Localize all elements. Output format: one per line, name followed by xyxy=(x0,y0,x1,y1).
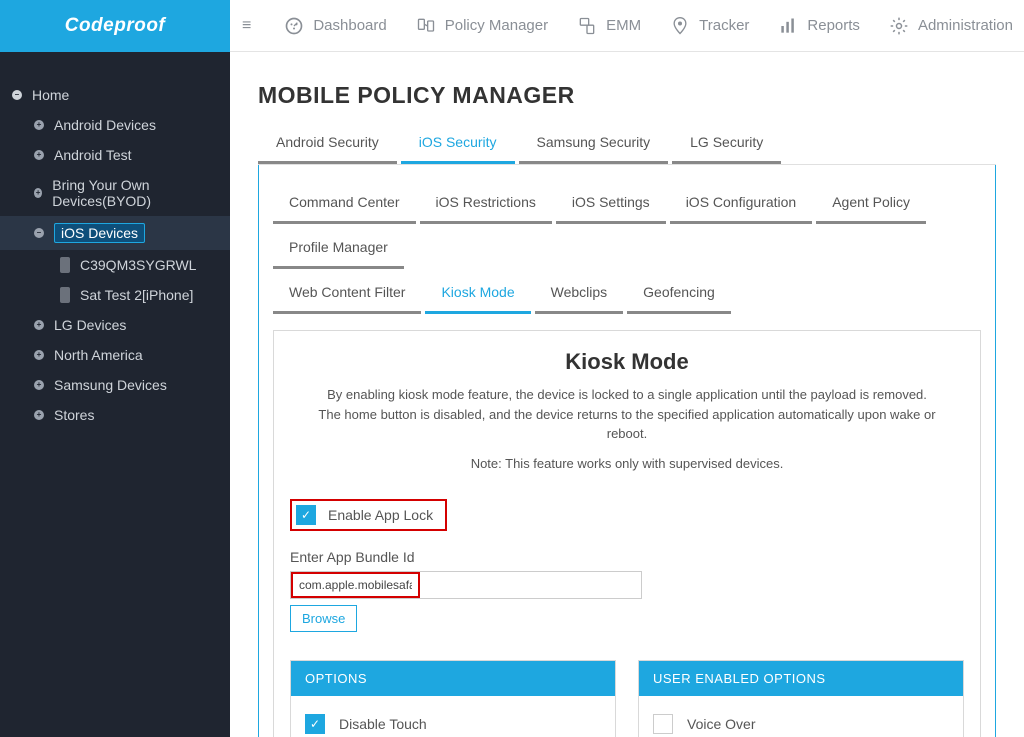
subtab-profile-manager[interactable]: Profile Manager xyxy=(273,228,404,269)
subtab-agent-policy[interactable]: Agent Policy xyxy=(816,183,926,224)
options-row: OPTIONS ✓ Disable Touch ✓ Disable Device… xyxy=(290,660,964,737)
enable-app-lock-row: ✓ Enable App Lock xyxy=(290,499,447,531)
user-options-header: USER ENABLED OPTIONS xyxy=(639,661,963,696)
expand-icon[interactable]: + xyxy=(34,410,44,420)
collapse-icon[interactable]: – xyxy=(34,228,44,238)
gear-icon xyxy=(888,15,910,37)
sidebar-tree: – Home + Android Devices + Android Test … xyxy=(0,52,230,430)
tab-lg-security[interactable]: LG Security xyxy=(672,123,781,164)
sidebar-item-label: C39QM3SYGRWL xyxy=(80,257,196,273)
collapse-icon[interactable]: – xyxy=(12,90,22,100)
platform-tabs: Android Security iOS Security Samsung Se… xyxy=(258,123,996,165)
bundle-id-field-wrap xyxy=(290,571,642,599)
bundle-id-input[interactable] xyxy=(293,574,418,596)
sidebar-item-label: iOS Devices xyxy=(54,223,145,243)
sidebar-item-label: Android Devices xyxy=(54,117,156,133)
sidebar-item-lg-devices[interactable]: + LG Devices xyxy=(0,310,230,340)
phone-icon xyxy=(60,257,70,273)
topnav-reports[interactable]: Reports xyxy=(777,15,860,37)
expand-icon[interactable]: + xyxy=(34,188,42,198)
ios-security-panel: Command Center iOS Restrictions iOS Sett… xyxy=(258,165,996,737)
sidebar-item-label: Stores xyxy=(54,407,94,423)
kiosk-note: Note: This feature works only with super… xyxy=(290,456,964,471)
subtab-ios-configuration[interactable]: iOS Configuration xyxy=(670,183,813,224)
subtab-command-center[interactable]: Command Center xyxy=(273,183,416,224)
sidebar-item-samsung-devices[interactable]: + Samsung Devices xyxy=(0,370,230,400)
sidebar-item-label: Samsung Devices xyxy=(54,377,167,393)
bundle-id-highlight xyxy=(291,572,420,598)
tab-samsung-security[interactable]: Samsung Security xyxy=(519,123,669,164)
expand-icon[interactable]: + xyxy=(34,150,44,160)
expand-icon[interactable]: + xyxy=(34,320,44,330)
reports-icon xyxy=(777,15,799,37)
topnav-label: Dashboard xyxy=(313,17,386,34)
brand-logo: Codeproof xyxy=(0,0,230,52)
expand-icon[interactable]: + xyxy=(34,120,44,130)
user-option-voice-over: Voice Over xyxy=(653,714,949,734)
sidebar-item-label: LG Devices xyxy=(54,317,126,333)
topnav: ≡ Dashboard Policy Manager EMM xyxy=(230,0,1024,52)
sidebar-item-byod[interactable]: + Bring Your Own Devices(BYOD) xyxy=(0,170,230,216)
topnav-tracker[interactable]: Tracker xyxy=(669,15,749,37)
sidebar-item-label: North America xyxy=(54,347,143,363)
topnav-label: Tracker xyxy=(699,17,749,34)
menu-icon[interactable]: ≡ xyxy=(238,17,255,35)
sidebar-item-stores[interactable]: + Stores xyxy=(0,400,230,430)
sidebar-item-android-test[interactable]: + Android Test xyxy=(0,140,230,170)
topnav-label: Administration xyxy=(918,17,1013,34)
topnav-label: Policy Manager xyxy=(445,17,548,34)
enable-app-lock-label: Enable App Lock xyxy=(328,507,433,523)
sidebar-item-label: Android Test xyxy=(54,147,132,163)
options-column: OPTIONS ✓ Disable Touch ✓ Disable Device… xyxy=(290,660,616,737)
sidebar: Codeproof – Home + Android Devices + And… xyxy=(0,0,230,737)
tracker-icon xyxy=(669,15,691,37)
topnav-label: Reports xyxy=(807,17,860,34)
phone-icon xyxy=(60,287,70,303)
policy-icon xyxy=(415,15,437,37)
topnav-administration[interactable]: Administration xyxy=(888,15,1013,37)
topnav-emm[interactable]: EMM xyxy=(576,15,641,37)
browse-button[interactable]: Browse xyxy=(290,605,357,632)
option-checkbox[interactable] xyxy=(653,714,673,734)
content: MOBILE POLICY MANAGER Android Security i… xyxy=(230,52,1024,737)
sub-tabs: Command Center iOS Restrictions iOS Sett… xyxy=(273,183,981,318)
sidebar-device-item[interactable]: Sat Test 2[iPhone] xyxy=(0,280,230,310)
option-label: Disable Touch xyxy=(339,716,427,732)
subtab-webclips[interactable]: Webclips xyxy=(535,273,624,314)
subtab-geofencing[interactable]: Geofencing xyxy=(627,273,731,314)
sidebar-item-label: Sat Test 2[iPhone] xyxy=(80,287,193,303)
subtab-web-content-filter[interactable]: Web Content Filter xyxy=(273,273,421,314)
topnav-dashboard[interactable]: Dashboard xyxy=(283,15,386,37)
emm-icon xyxy=(576,15,598,37)
page-title: MOBILE POLICY MANAGER xyxy=(258,82,996,109)
kiosk-mode-block: Kiosk Mode By enabling kiosk mode featur… xyxy=(273,330,981,737)
option-label: Voice Over xyxy=(687,716,755,732)
sidebar-item-home[interactable]: – Home xyxy=(0,80,230,110)
topnav-policy-manager[interactable]: Policy Manager xyxy=(415,15,548,37)
expand-icon[interactable]: + xyxy=(34,350,44,360)
dashboard-icon xyxy=(283,15,305,37)
tab-android-security[interactable]: Android Security xyxy=(258,123,397,164)
sidebar-item-label: Home xyxy=(32,87,69,103)
expand-icon[interactable]: + xyxy=(34,380,44,390)
sidebar-item-north-america[interactable]: + North America xyxy=(0,340,230,370)
user-options-column: USER ENABLED OPTIONS Voice Over Zoom xyxy=(638,660,964,737)
kiosk-title: Kiosk Mode xyxy=(290,349,964,375)
enable-app-lock-checkbox[interactable]: ✓ xyxy=(296,505,316,525)
option-disable-touch: ✓ Disable Touch xyxy=(305,714,601,734)
subtab-ios-restrictions[interactable]: iOS Restrictions xyxy=(420,183,552,224)
bundle-id-label: Enter App Bundle Id xyxy=(290,549,964,565)
subtab-kiosk-mode[interactable]: Kiosk Mode xyxy=(425,273,530,314)
topnav-label: EMM xyxy=(606,17,641,34)
sidebar-item-ios-devices[interactable]: – iOS Devices xyxy=(0,216,230,250)
tab-ios-security[interactable]: iOS Security xyxy=(401,123,515,164)
subtab-ios-settings[interactable]: iOS Settings xyxy=(556,183,666,224)
sidebar-device-item[interactable]: C39QM3SYGRWL xyxy=(0,250,230,280)
option-checkbox[interactable]: ✓ xyxy=(305,714,325,734)
kiosk-description: By enabling kiosk mode feature, the devi… xyxy=(317,385,937,444)
sidebar-item-android-devices[interactable]: + Android Devices xyxy=(0,110,230,140)
main-area: ≡ Dashboard Policy Manager EMM xyxy=(230,0,1024,737)
options-header: OPTIONS xyxy=(291,661,615,696)
sidebar-item-label: Bring Your Own Devices(BYOD) xyxy=(52,177,218,209)
